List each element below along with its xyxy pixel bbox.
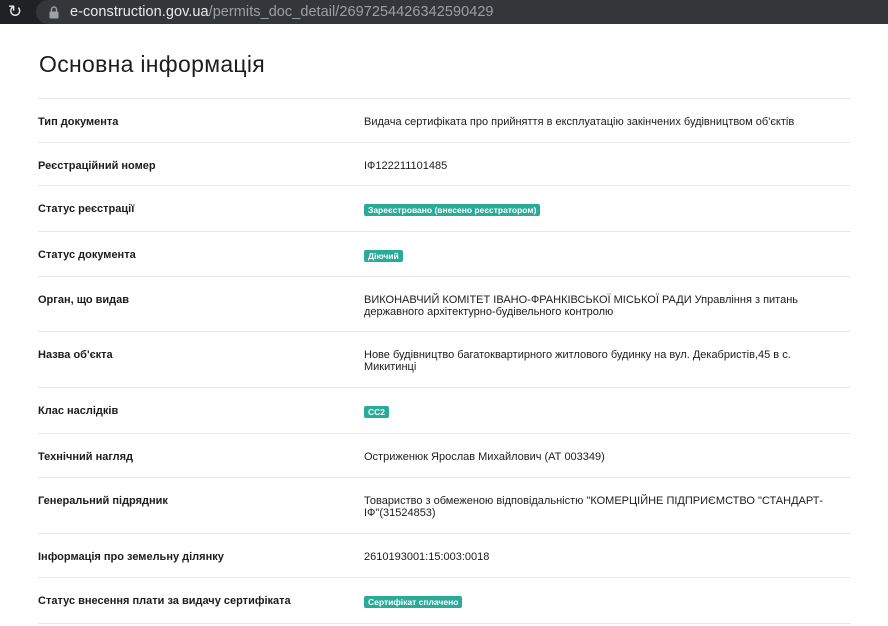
row-label: Клас наслідків [38, 405, 119, 417]
payment-badge: Сертифікат сплачено [364, 596, 463, 608]
status-badge: Діючий [364, 250, 403, 262]
row-value: ІФ122211101485 [364, 160, 448, 172]
table-row: Клас наслідків СС2 [38, 388, 851, 434]
row-value: ВИКОНАВЧИЙ КОМІТЕТ ІВАНО-ФРАНКІВСЬКОЇ МІ… [364, 294, 799, 318]
url-host: e-construction.gov.ua [70, 4, 209, 20]
row-label: Назва об'єкта [38, 349, 113, 361]
row-value: Нове будівництво багатоквартирного житло… [364, 349, 791, 373]
info-table: Тип документа Видача сертифіката про при… [38, 98, 851, 624]
row-value: СС2 [364, 388, 851, 433]
table-row: Технічний нагляд Остриженюк Ярослав Миха… [38, 434, 851, 478]
status-badge: Зареєстровано (внесено реєстратором) [364, 204, 541, 216]
row-label: Статус реєстрації [38, 203, 135, 215]
row-label: Інформація про земельну ділянку [38, 551, 224, 563]
url-path: /permits_doc_detail/2697254426342590429 [208, 4, 494, 20]
row-value: 2610193001:15:003:0018 [364, 551, 490, 563]
table-row: Орган, що видав ВИКОНАВЧИЙ КОМІТЕТ ІВАНО… [38, 277, 851, 332]
row-value: Зареєстровано (внесено реєстратором) [364, 186, 851, 231]
row-label: Технічний нагляд [38, 451, 134, 463]
row-label: Орган, що видав [38, 294, 130, 306]
reload-icon: ↻ [7, 2, 23, 22]
browser-toolbar: ↻ e-construction.gov.ua/permits_doc_deta… [0, 0, 888, 24]
table-row: Інформація про земельну ділянку 26101930… [38, 534, 851, 578]
url-text: e-construction.gov.ua/permits_doc_detail… [70, 4, 494, 20]
lock-icon [48, 5, 60, 19]
class-badge: СС2 [364, 406, 390, 418]
table-row: Реєстраційний номер ІФ122211101485 [38, 143, 851, 186]
table-row: Статус внесення плати за видачу сертифік… [38, 578, 851, 624]
table-row: Статус реєстрації Зареєстровано (внесено… [38, 186, 851, 232]
row-label: Реєстраційний номер [38, 160, 156, 172]
table-row: Тип документа Видача сертифіката про при… [38, 99, 851, 143]
address-bar[interactable]: e-construction.gov.ua/permits_doc_detail… [36, 0, 888, 24]
row-value: Сертифікат сплачено [364, 578, 851, 623]
table-row: Назва об'єкта Нове будівництво багатоква… [38, 332, 851, 388]
row-value: Остриженюк Ярослав Михайлович (АТ 003349… [364, 451, 605, 463]
row-value: Діючий [364, 232, 851, 276]
table-row: Генеральний підрядник Товариство з обмеж… [38, 478, 851, 534]
row-value: Видача сертифіката про прийняття в експл… [364, 116, 795, 128]
row-label: Статус документа [38, 249, 136, 261]
row-label: Статус внесення плати за видачу сертифік… [38, 595, 291, 607]
reload-button[interactable]: ↻ [0, 0, 30, 24]
page-title: Основна інформація [39, 51, 266, 77]
row-value: Товариство з обмеженою відповідальністю … [364, 495, 824, 519]
row-label: Генеральний підрядник [38, 495, 168, 507]
row-label: Тип документа [38, 116, 119, 128]
table-row: Статус документа Діючий [38, 232, 851, 277]
